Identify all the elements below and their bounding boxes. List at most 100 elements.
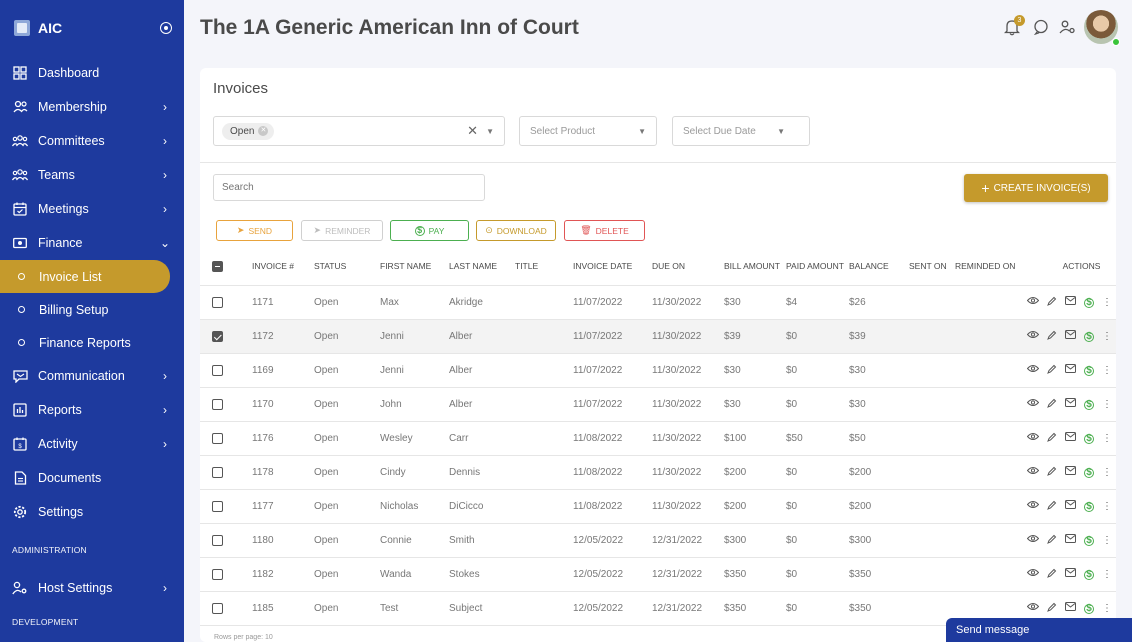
send-message-button[interactable]: Send message bbox=[946, 618, 1132, 642]
sidebar-item-committees[interactable]: Committees › bbox=[0, 124, 184, 158]
sidebar-item-activity[interactable]: $ Activity › bbox=[0, 427, 184, 461]
eye-icon[interactable] bbox=[1026, 602, 1040, 615]
more-vertical-icon[interactable]: ⋮ bbox=[1102, 432, 1112, 445]
row-checkbox[interactable] bbox=[212, 297, 223, 308]
col-sent-on[interactable]: SENT ON bbox=[909, 261, 955, 272]
edit-icon[interactable] bbox=[1047, 534, 1057, 548]
row-checkbox[interactable] bbox=[212, 569, 223, 580]
mail-icon[interactable] bbox=[1065, 330, 1076, 343]
mail-icon[interactable] bbox=[1065, 534, 1076, 547]
user-settings-icon[interactable] bbox=[1058, 18, 1076, 36]
status-chip[interactable]: Open ✕ bbox=[222, 122, 275, 140]
row-checkbox[interactable] bbox=[212, 365, 223, 376]
dollar-icon[interactable]: $ bbox=[1084, 331, 1094, 342]
reminder-button[interactable]: ➤ REMINDER bbox=[301, 220, 383, 241]
col-reminded-on[interactable]: REMINDED ON bbox=[955, 261, 1027, 272]
status-filter[interactable]: Open ✕ ✕ ▼ bbox=[213, 116, 505, 146]
table-row[interactable]: 1170 Open John Alber 11/07/2022 11/30/2022 $30… bbox=[200, 388, 1116, 422]
delete-button[interactable]: 🗑 DELETE bbox=[564, 220, 645, 241]
table-row[interactable]: 1176 Open Wesley Carr 11/08/2022 11/30/2022 $1… bbox=[200, 422, 1116, 456]
edit-icon[interactable] bbox=[1047, 466, 1057, 480]
eye-icon[interactable] bbox=[1026, 296, 1040, 309]
chip-remove-icon[interactable]: ✕ bbox=[258, 126, 269, 136]
dollar-icon[interactable]: $ bbox=[1084, 297, 1094, 308]
mail-icon[interactable] bbox=[1065, 602, 1076, 615]
more-vertical-icon[interactable]: ⋮ bbox=[1102, 398, 1112, 411]
table-row[interactable]: 1169 Open Jenni Alber 11/07/2022 11/30/2022 $3… bbox=[200, 354, 1116, 388]
col-invoice-date[interactable]: INVOICE DATE bbox=[573, 261, 652, 272]
avatar[interactable] bbox=[1084, 10, 1120, 46]
more-vertical-icon[interactable]: ⋮ bbox=[1102, 296, 1112, 309]
due-date-select[interactable]: Select Due Date ▼ bbox=[672, 116, 810, 146]
more-vertical-icon[interactable]: ⋮ bbox=[1102, 534, 1112, 547]
edit-icon[interactable] bbox=[1047, 568, 1057, 582]
row-checkbox[interactable] bbox=[212, 399, 223, 410]
more-vertical-icon[interactable]: ⋮ bbox=[1102, 330, 1112, 343]
sidebar-item-teams[interactable]: Teams › bbox=[0, 158, 184, 192]
col-status[interactable]: STATUS bbox=[314, 261, 380, 272]
mail-icon[interactable] bbox=[1065, 466, 1076, 479]
more-vertical-icon[interactable]: ⋮ bbox=[1102, 466, 1112, 479]
rows-per-page[interactable]: Rows per page: 10 bbox=[214, 634, 273, 641]
caret-down-icon[interactable]: ▼ bbox=[486, 127, 494, 136]
more-vertical-icon[interactable]: ⋮ bbox=[1102, 568, 1112, 581]
col-first-name[interactable]: FIRST NAME bbox=[380, 261, 449, 272]
edit-icon[interactable] bbox=[1047, 364, 1057, 378]
more-vertical-icon[interactable]: ⋮ bbox=[1102, 364, 1112, 377]
row-checkbox[interactable] bbox=[212, 535, 223, 546]
eye-icon[interactable] bbox=[1026, 432, 1040, 445]
table-row[interactable]: 1172 Open Jenni Alber 11/07/2022 11/30/2022 $3… bbox=[200, 320, 1116, 354]
create-invoice-button[interactable]: + CREATE INVOICE(S) bbox=[964, 174, 1108, 202]
table-row[interactable]: 1171 Open Max Akridge 11/07/2022 11/30/2022 $3… bbox=[200, 286, 1116, 320]
sidebar-subitem-finance-reports[interactable]: Finance Reports bbox=[0, 326, 184, 359]
col-paid-amount[interactable]: PAID AMOUNT bbox=[786, 261, 849, 272]
col-invoice[interactable]: INVOICE # bbox=[252, 261, 314, 272]
table-row[interactable]: 1182 Open Wanda Stokes 12/05/2022 12/31/2022 $… bbox=[200, 558, 1116, 592]
edit-icon[interactable] bbox=[1047, 602, 1057, 616]
dollar-icon[interactable]: $ bbox=[1084, 467, 1094, 478]
sidebar-item-documents[interactable]: Documents bbox=[0, 461, 184, 495]
col-bill-amount[interactable]: BILL AMOUNT bbox=[724, 261, 786, 272]
mail-icon[interactable] bbox=[1065, 500, 1076, 513]
mail-icon[interactable] bbox=[1065, 568, 1076, 581]
dollar-icon[interactable]: $ bbox=[1084, 603, 1094, 614]
edit-icon[interactable] bbox=[1047, 296, 1057, 310]
edit-icon[interactable] bbox=[1047, 500, 1057, 514]
more-vertical-icon[interactable]: ⋮ bbox=[1102, 500, 1112, 513]
edit-icon[interactable] bbox=[1047, 398, 1057, 412]
row-checkbox[interactable] bbox=[212, 467, 223, 478]
col-balance[interactable]: BALANCE bbox=[849, 261, 909, 272]
row-checkbox[interactable] bbox=[212, 501, 223, 512]
sidebar-item-communication[interactable]: Communication › bbox=[0, 359, 184, 393]
sidebar-subitem-invoice-list[interactable]: Invoice List bbox=[0, 260, 170, 293]
row-checkbox[interactable] bbox=[212, 331, 223, 342]
eye-icon[interactable] bbox=[1026, 466, 1040, 479]
product-select[interactable]: Select Product ▼ bbox=[519, 116, 657, 146]
notification-bell[interactable]: 3 bbox=[1003, 15, 1025, 36]
sidebar-toggle-icon[interactable] bbox=[160, 22, 172, 34]
mail-icon[interactable] bbox=[1065, 296, 1076, 309]
col-due-on[interactable]: DUE ON bbox=[652, 261, 724, 272]
mail-icon[interactable] bbox=[1065, 364, 1076, 377]
table-row[interactable]: 1180 Open Connie Smith 12/05/2022 12/31/2022 $… bbox=[200, 524, 1116, 558]
sidebar-item-settings[interactable]: Settings bbox=[0, 495, 184, 529]
dollar-icon[interactable]: $ bbox=[1084, 433, 1094, 444]
row-checkbox[interactable] bbox=[212, 603, 223, 614]
sidebar-item-reports[interactable]: Reports › bbox=[0, 393, 184, 427]
table-row[interactable]: 1178 Open Cindy Dennis 11/08/2022 11/30/2022 $… bbox=[200, 456, 1116, 490]
col-last-name[interactable]: LAST NAME bbox=[449, 261, 515, 272]
sidebar-item-dashboard[interactable]: Dashboard bbox=[0, 56, 184, 90]
dollar-icon[interactable]: $ bbox=[1084, 365, 1094, 376]
search-input[interactable] bbox=[213, 174, 485, 201]
dollar-icon[interactable]: $ bbox=[1084, 535, 1094, 546]
download-button[interactable]: ⊙ DOWNLOAD bbox=[476, 220, 556, 241]
sidebar-item-meetings[interactable]: Meetings › bbox=[0, 192, 184, 226]
mail-icon[interactable] bbox=[1065, 398, 1076, 411]
dollar-icon[interactable]: $ bbox=[1084, 569, 1094, 580]
eye-icon[interactable] bbox=[1026, 534, 1040, 547]
col-title[interactable]: TITLE bbox=[515, 261, 573, 272]
sidebar-item-finance[interactable]: Finance ⌄ bbox=[0, 226, 184, 260]
send-button[interactable]: ➤ SEND bbox=[216, 220, 293, 241]
eye-icon[interactable] bbox=[1026, 398, 1040, 411]
sidebar-subitem-billing-setup[interactable]: Billing Setup bbox=[0, 293, 184, 326]
